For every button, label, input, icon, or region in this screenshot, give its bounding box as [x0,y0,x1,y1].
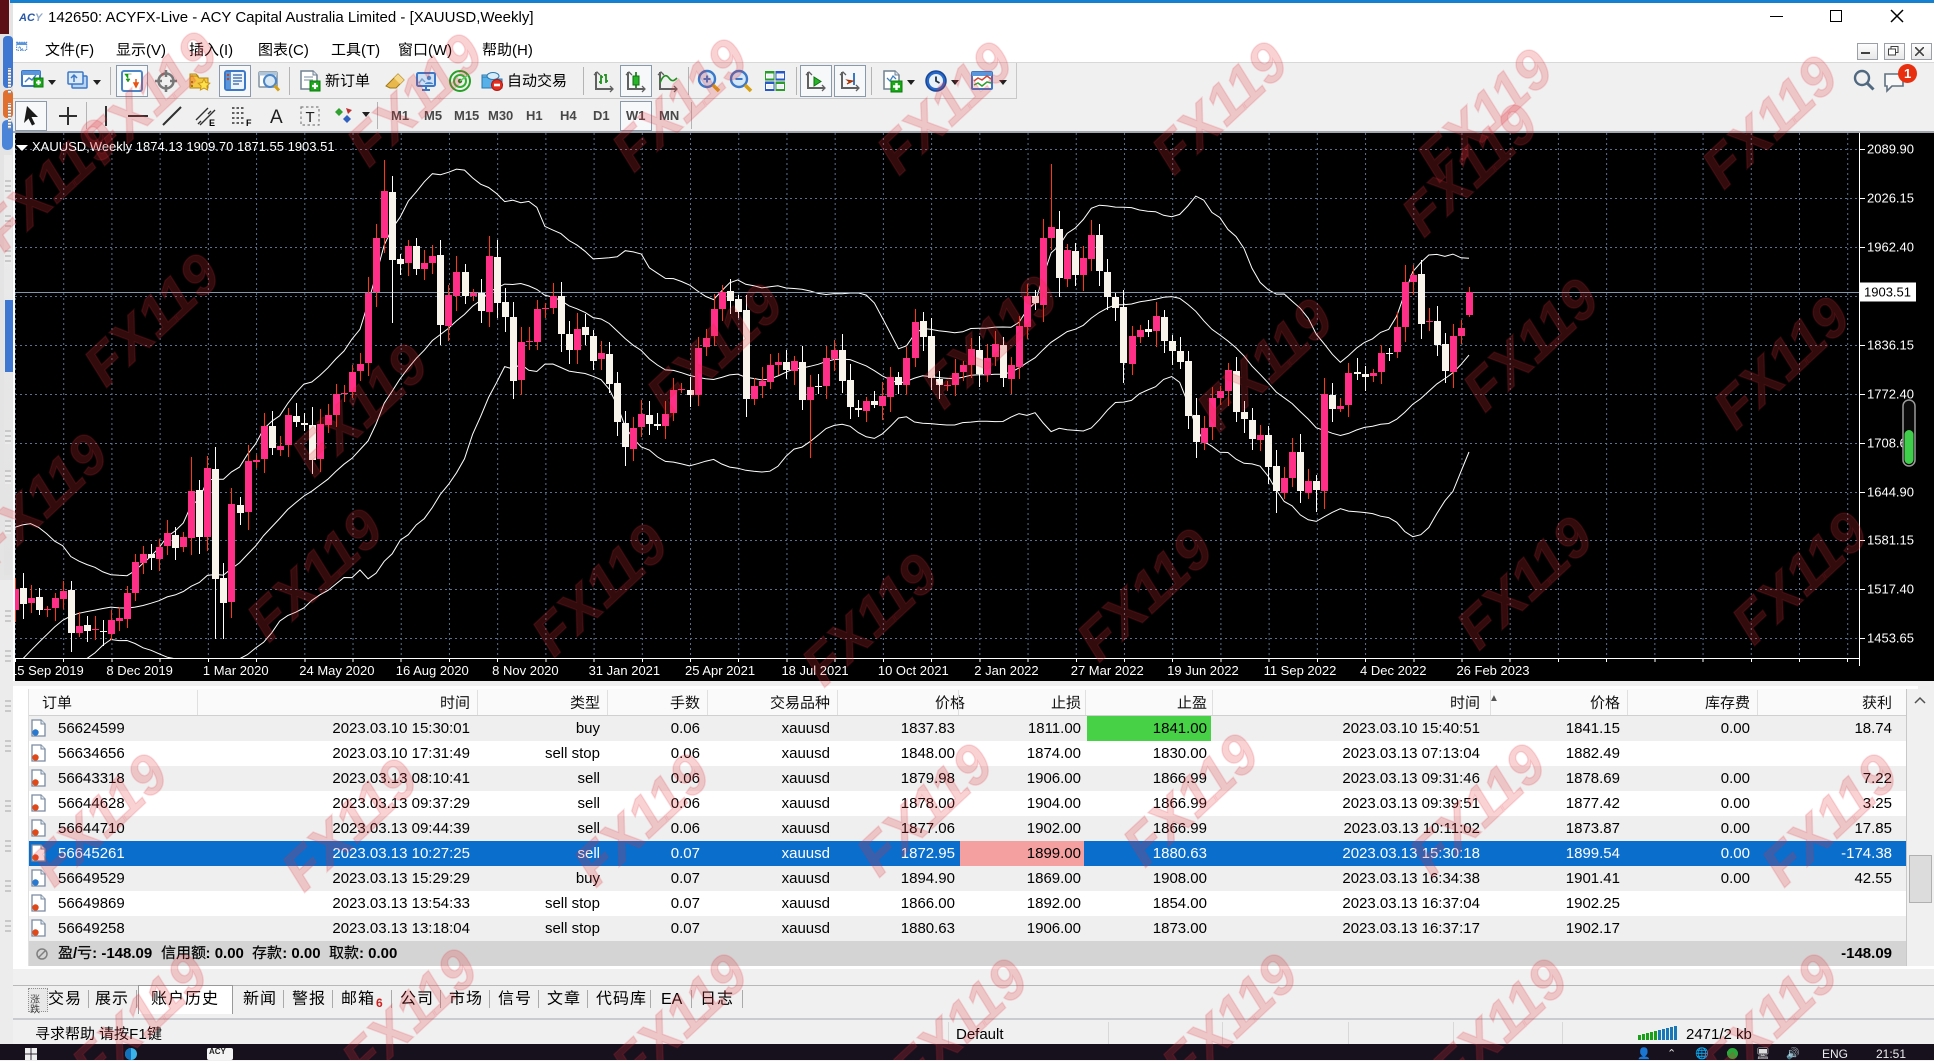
svg-text:1 Mar 2020: 1 Mar 2020 [203,663,269,678]
svg-text:A: A [270,107,283,128]
svg-text:XAUUSD,Weekly 1874.13 1909.70: XAUUSD,Weekly 1874.13 1909.70 1871.55 19… [32,139,335,154]
svg-text:F: F [246,118,252,128]
svg-text:24 May 2020: 24 May 2020 [299,663,374,678]
svg-text:31 Jan 2021: 31 Jan 2021 [589,663,661,678]
svg-text:1962.40: 1962.40 [1867,240,1914,255]
svg-text:18 Jul 2021: 18 Jul 2021 [781,663,848,678]
svg-text:1772.40: 1772.40 [1867,387,1914,402]
svg-text:11 Sep 2022: 11 Sep 2022 [1264,663,1337,678]
svg-text:27 Mar 2022: 27 Mar 2022 [1071,663,1144,678]
svg-text:10 Oct 2021: 10 Oct 2021 [878,663,949,678]
svg-text:4 Dec 2022: 4 Dec 2022 [1360,663,1427,678]
svg-text:16 Aug 2020: 16 Aug 2020 [396,663,469,678]
svg-text:25 Apr 2021: 25 Apr 2021 [685,663,755,678]
svg-text:T: T [306,109,315,126]
svg-text:2 Jan 2022: 2 Jan 2022 [974,663,1038,678]
svg-text:1903.51: 1903.51 [1864,285,1911,300]
svg-text:15 Sep 2019: 15 Sep 2019 [15,663,84,678]
svg-text:8 Nov 2020: 8 Nov 2020 [492,663,559,678]
svg-text:19 Jun 2022: 19 Jun 2022 [1167,663,1239,678]
svg-text:2089.90: 2089.90 [1867,142,1914,157]
svg-text:26 Feb 2023: 26 Feb 2023 [1456,663,1529,678]
svg-text:1644.90: 1644.90 [1867,485,1914,500]
svg-text:1836.15: 1836.15 [1867,338,1914,353]
svg-text:2026.15: 2026.15 [1867,191,1914,206]
svg-text:E: E [209,118,215,128]
svg-text:8 Dec 2019: 8 Dec 2019 [106,663,172,678]
svg-text:1517.40: 1517.40 [1867,582,1914,597]
svg-text:1581.15: 1581.15 [1867,533,1914,548]
svg-text:1453.65: 1453.65 [1867,631,1914,646]
